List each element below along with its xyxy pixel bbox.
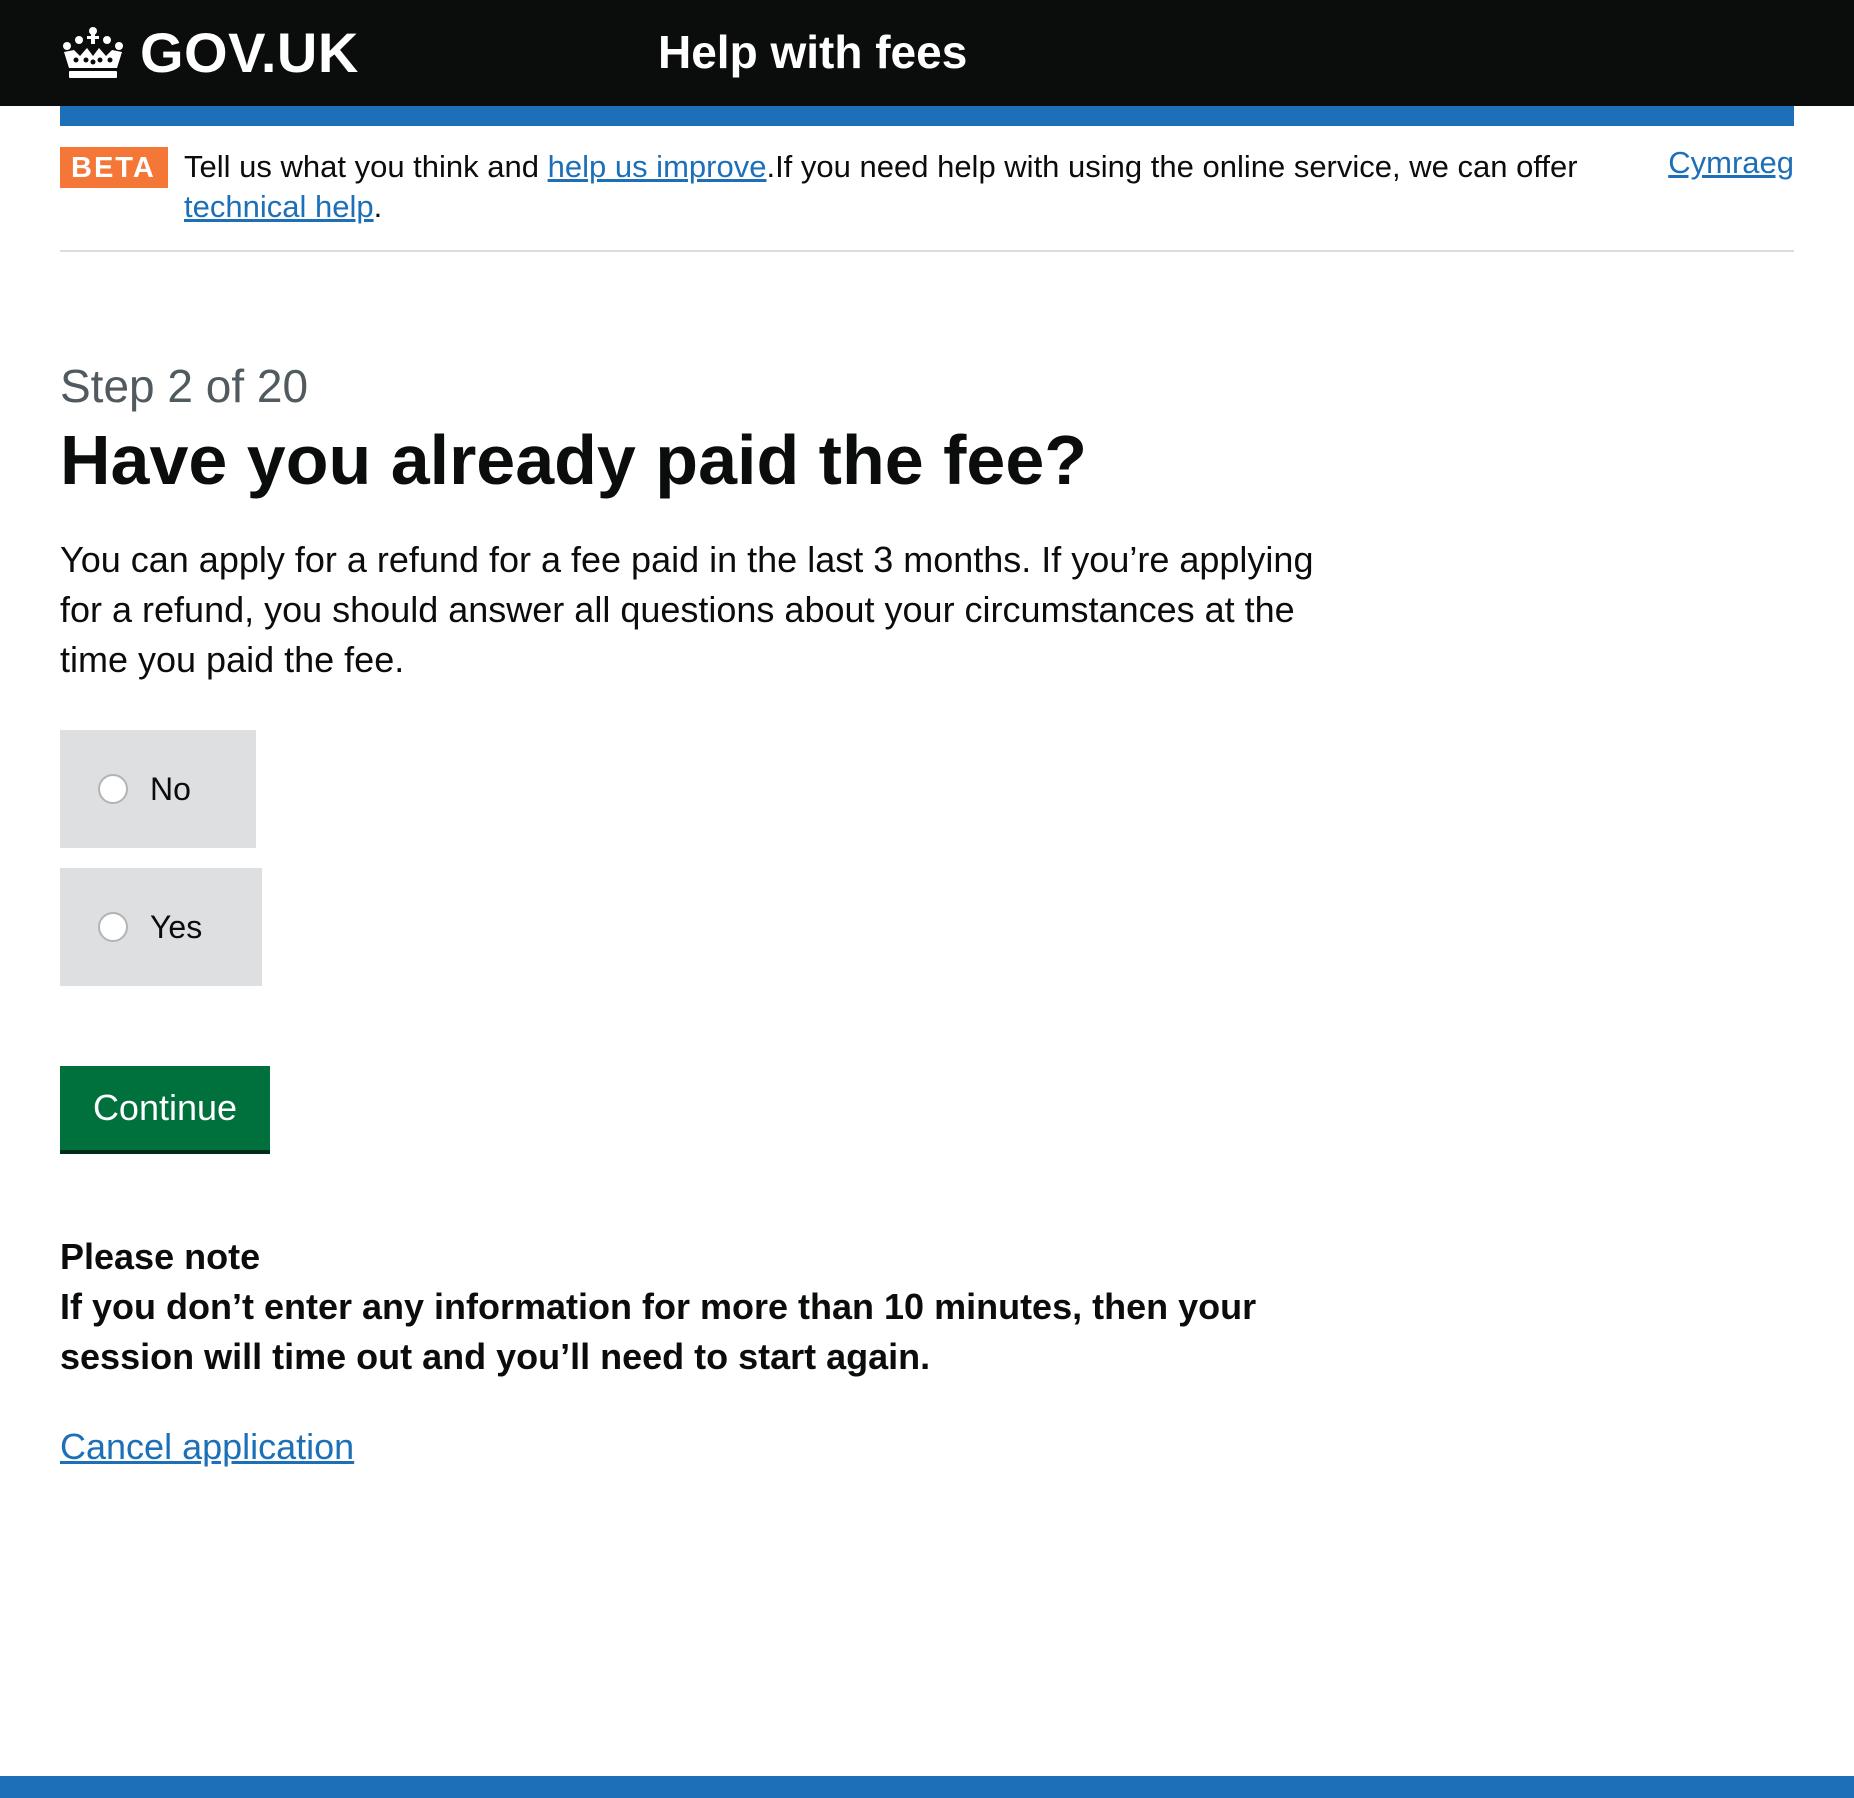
footer-accent-bar [0, 1776, 1854, 1798]
help-us-improve-link[interactable]: help us improve [548, 149, 767, 184]
session-timeout-note: Please note If you don’t enter any infor… [60, 1232, 1320, 1382]
header-accent-bar [60, 106, 1794, 126]
step-caption: Step 2 of 20 [60, 360, 309, 412]
cancel-application-link[interactable]: Cancel application [60, 1422, 354, 1472]
phase-text-middle: .If you need help with using the online … [766, 149, 1578, 184]
logo-text: GOV.UK [140, 21, 359, 84]
radio-label-no: No [150, 770, 191, 807]
site-header: GOV.UK Help with fees [0, 0, 1854, 106]
page-title: Have you already paid the fee? [60, 421, 1088, 499]
service-name-link[interactable]: Help with fees [658, 26, 967, 78]
technical-help-link[interactable]: technical help [184, 189, 374, 224]
radio-option-no[interactable]: No [60, 730, 256, 848]
phase-banner-text: Tell us what you think and help us impro… [184, 147, 1624, 227]
intro-paragraph: You can apply for a refund for a fee pai… [60, 539, 1314, 680]
radio-button-no[interactable] [98, 774, 128, 804]
radio-option-yes[interactable]: Yes [60, 868, 262, 986]
phase-text-after: . [373, 189, 383, 224]
cymraeg-language-link[interactable]: Cymraeg [1668, 143, 1794, 183]
phase-divider [60, 250, 1794, 252]
radio-label-yes: Yes [150, 908, 203, 945]
note-text: If you don’t enter any information for m… [60, 1286, 1257, 1377]
note-title: Please note [60, 1236, 261, 1277]
govuk-logo-link[interactable]: GOV.UK [60, 20, 359, 86]
phase-text-before: Tell us what you think and [184, 149, 548, 184]
continue-button[interactable]: Continue [60, 1066, 270, 1150]
crown-icon [63, 27, 123, 78]
radio-button-yes[interactable] [98, 912, 128, 942]
beta-tag: BETA [60, 147, 168, 188]
